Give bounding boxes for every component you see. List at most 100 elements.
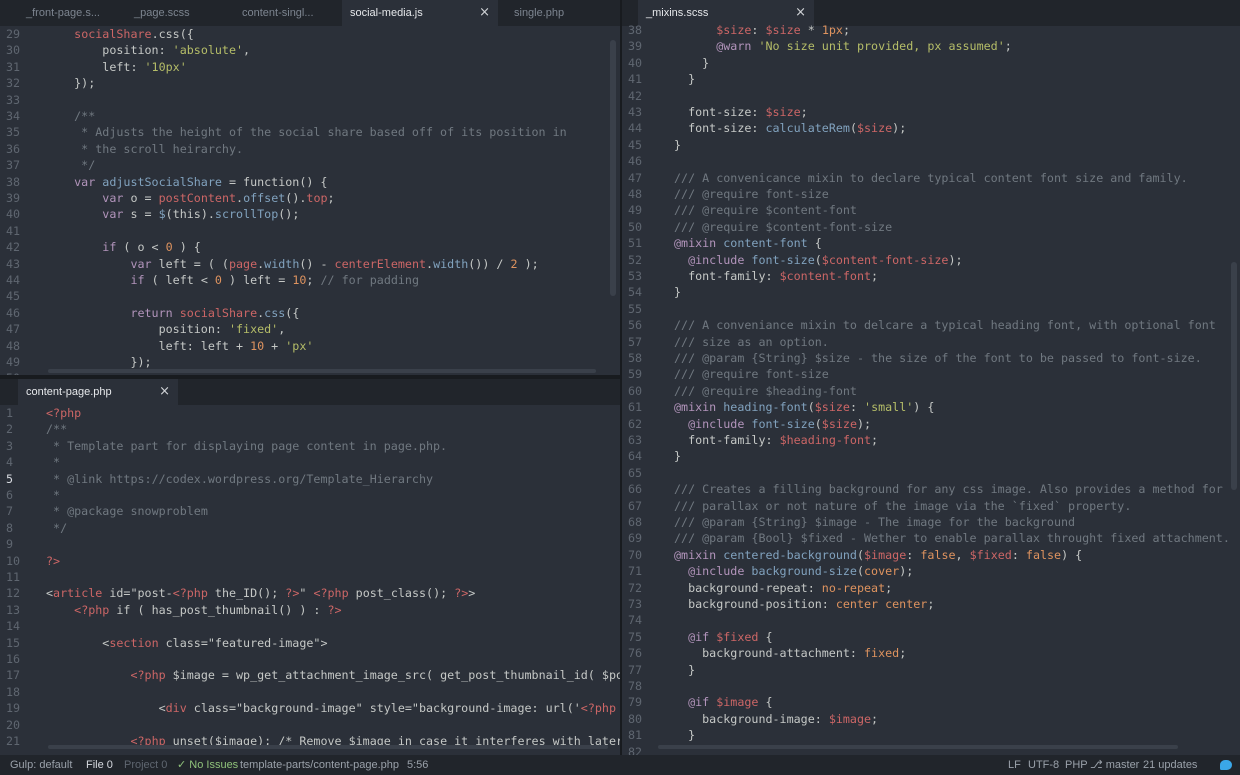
code-line[interactable]: 65 xyxy=(622,465,1240,481)
code-line[interactable]: 46 return socialShare.css({ xyxy=(0,305,620,321)
tab-single-php[interactable]: single.php xyxy=(506,0,606,26)
code-line[interactable]: 20 xyxy=(0,717,620,733)
tab-front-page-scss[interactable]: _front-page.s... xyxy=(18,0,118,26)
code-line[interactable]: 17 <?php $image = wp_get_attachment_imag… xyxy=(0,667,620,683)
code-line[interactable]: 11 xyxy=(0,569,620,585)
code-line[interactable]: 80 background-image: $image; xyxy=(622,711,1240,727)
code-line[interactable]: 68 /// @param {String} $image - The image… xyxy=(622,514,1240,530)
grammar-selector[interactable]: PHP xyxy=(1065,755,1088,775)
code-line[interactable]: 37 */ xyxy=(0,157,620,173)
code-line[interactable]: 59 /// @require font-size xyxy=(622,366,1240,382)
code-line[interactable]: 16 xyxy=(0,651,620,667)
code-line[interactable]: 77 } xyxy=(622,662,1240,678)
code-line[interactable]: 43 var left = ( (page.width() - centerEl… xyxy=(0,256,620,272)
code-line[interactable]: 30 position: 'absolute', xyxy=(0,42,620,58)
code-line[interactable]: 3 * Template part for displaying page co… xyxy=(0,438,620,454)
editor-mixins-scss[interactable]: 38 $size: $size * 1px; 39 @warn 'No size … xyxy=(622,22,1240,755)
code-line[interactable]: 49 }); xyxy=(0,354,620,370)
code-line[interactable]: 2 /** xyxy=(0,421,620,437)
code-line[interactable]: 70 @mixin centered-background($image: fal… xyxy=(622,547,1240,563)
code-line[interactable]: 1 <?php xyxy=(0,405,620,421)
vertical-scrollbar[interactable] xyxy=(610,40,616,296)
code-line[interactable]: 38 $size: $size * 1px; xyxy=(622,22,1240,38)
cursor-position[interactable]: 5:56 xyxy=(407,755,428,775)
line-ending[interactable]: LF xyxy=(1008,755,1021,775)
file-path[interactable]: template-parts/content-page.php xyxy=(240,755,399,775)
linter-status[interactable]: ✓ No Issues xyxy=(177,755,238,775)
code-line[interactable]: 75 @if $fixed { xyxy=(622,629,1240,645)
code-line[interactable]: 43 font-size: $size; xyxy=(622,104,1240,120)
code-line[interactable]: 57 /// size as an option. xyxy=(622,334,1240,350)
code-line[interactable]: 36 * the scroll heirarchy. xyxy=(0,141,620,157)
code-line[interactable]: 54} xyxy=(622,284,1240,300)
code-line[interactable]: 63 font-family: $heading-font; xyxy=(622,432,1240,448)
git-branch[interactable]: ⎇ master xyxy=(1090,755,1139,775)
code-line[interactable]: 38 var adjustSocialShare = function() { xyxy=(0,174,620,190)
vertical-scrollbar[interactable] xyxy=(1231,262,1237,490)
tab-page-scss[interactable]: _page.scss xyxy=(126,0,226,26)
code-line[interactable]: 58 /// @param {String} $size - the size o… xyxy=(622,350,1240,366)
code-line[interactable]: 29 socialShare.css({ xyxy=(0,26,620,42)
tab-content-single[interactable]: content-singl... xyxy=(234,0,334,26)
code-line[interactable]: 53 font-family: $content-font; xyxy=(622,268,1240,284)
code-line[interactable]: 39 @warn 'No size unit provided, px assu… xyxy=(622,38,1240,54)
code-line[interactable]: 48 /// @require font-size xyxy=(622,186,1240,202)
code-line[interactable]: 72 background-repeat: no-repeat; xyxy=(622,580,1240,596)
code-line[interactable]: 73 background-position: center center; xyxy=(622,596,1240,612)
twitter-bird-icon[interactable] xyxy=(1220,760,1232,770)
code-line[interactable]: 76 background-attachment: fixed; xyxy=(622,645,1240,661)
editor-content-page-php[interactable]: 1 <?php 2/** 3 * Template part for displayi… xyxy=(0,405,620,755)
code-line[interactable]: 19 <div class="background-image" style="… xyxy=(0,700,620,716)
code-line[interactable]: 32 }); xyxy=(0,75,620,91)
editor-social-media-js[interactable]: 29 socialShare.css({30 position: 'absolu… xyxy=(0,26,620,375)
code-line[interactable]: 13 <?php if ( has_post_thumbnail() ) : ?… xyxy=(0,602,620,618)
code-line[interactable]: 12 <article id="post-<?php the_ID(); ?>" … xyxy=(0,585,620,601)
code-line[interactable]: 67 /// parallax or not nature of the imag… xyxy=(622,498,1240,514)
code-line[interactable]: 39 var o = postContent.offset().top; xyxy=(0,190,620,206)
code-line[interactable]: 56 /// A conveniance mixin to delcare a t… xyxy=(622,317,1240,333)
horizontal-scrollbar[interactable] xyxy=(48,369,596,373)
code-line[interactable]: 52 @include font-size($content-font-size… xyxy=(622,252,1240,268)
code-line[interactable]: 46 xyxy=(622,153,1240,169)
code-line[interactable]: 35 * Adjusts the height of the social sh… xyxy=(0,124,620,140)
code-line[interactable]: 61 @mixin heading-font($size: 'small') { xyxy=(622,399,1240,415)
code-line[interactable]: 10 ?> xyxy=(0,553,620,569)
code-line[interactable]: 40 var s = $(this).scrollTop(); xyxy=(0,206,620,222)
code-line[interactable]: 44 if ( left < 0 ) left = 10; // for pad… xyxy=(0,272,620,288)
code-line[interactable]: 15 <section class="featured-image"> xyxy=(0,635,620,651)
code-line[interactable]: 6 * xyxy=(0,487,620,503)
code-line[interactable]: 81 } xyxy=(622,727,1240,743)
code-line[interactable]: 42 xyxy=(622,88,1240,104)
code-line[interactable]: 51 @mixin content-font { xyxy=(622,235,1240,251)
code-line[interactable]: 7 * @package snowproblem xyxy=(0,503,620,519)
code-line[interactable]: 9 xyxy=(0,536,620,552)
code-line[interactable]: 41 } xyxy=(622,71,1240,87)
code-line[interactable]: 41 xyxy=(0,223,620,239)
code-line[interactable]: 79 @if $image { xyxy=(622,694,1240,710)
close-icon[interactable]: × xyxy=(479,0,490,26)
code-line[interactable]: 69 /// @param {Bool} $fixed - Wether to e… xyxy=(622,530,1240,546)
code-line[interactable]: 18 xyxy=(0,684,620,700)
code-line[interactable]: 47 position: 'fixed', xyxy=(0,321,620,337)
code-line[interactable]: 60 /// @require $heading-font xyxy=(622,383,1240,399)
code-line[interactable]: 50 /// @require $content-font-size xyxy=(622,219,1240,235)
code-line[interactable]: 74 xyxy=(622,612,1240,628)
code-line[interactable]: 45} xyxy=(622,137,1240,153)
code-line[interactable]: 48 left: left + 10 + 'px' xyxy=(0,338,620,354)
code-line[interactable]: 45 xyxy=(0,288,620,304)
code-line[interactable]: 33 xyxy=(0,92,620,108)
file-count[interactable]: File 0 xyxy=(86,755,113,775)
code-line[interactable]: 55 xyxy=(622,301,1240,317)
tab-social-media-js[interactable]: social-media.js × xyxy=(342,0,498,26)
code-line[interactable]: 40 } xyxy=(622,55,1240,71)
code-line[interactable]: 14 xyxy=(0,618,620,634)
code-line[interactable]: 34 /** xyxy=(0,108,620,124)
code-line[interactable]: 42 if ( o < 0 ) { xyxy=(0,239,620,255)
file-encoding[interactable]: UTF-8 xyxy=(1028,755,1059,775)
gulp-status[interactable]: Gulp: default xyxy=(10,755,72,775)
code-line[interactable]: 49 /// @require $content-font xyxy=(622,202,1240,218)
tab-content-page-php[interactable]: content-page.php × xyxy=(18,379,178,405)
package-updates[interactable]: 21 updates xyxy=(1143,755,1197,775)
horizontal-scrollbar[interactable] xyxy=(658,745,1178,749)
code-line[interactable]: 62 @include font-size($size); xyxy=(622,416,1240,432)
